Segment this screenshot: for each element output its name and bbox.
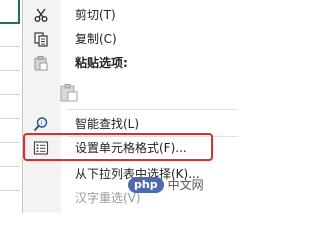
- grid-line: [0, 46, 20, 47]
- copy-icon: [33, 31, 49, 47]
- grid-line: [0, 118, 20, 119]
- menu-separator: [67, 109, 238, 110]
- menu-item-copy-label: 复制(C): [75, 32, 117, 46]
- sheet-column: [0, 0, 20, 213]
- menu-item-paste-options-label: 粘贴选项:: [75, 56, 128, 70]
- scissors-icon: [33, 7, 49, 23]
- grid-line: [0, 166, 20, 167]
- paste-option-default[interactable]: [23, 77, 238, 107]
- paste-icon: [59, 83, 79, 103]
- watermark: php 中文网: [128, 176, 204, 193]
- grid-line: [0, 142, 20, 143]
- selected-cell-border: [18, 0, 20, 22]
- menu-item-cut[interactable]: 剪切(T): [23, 3, 238, 27]
- clipboard-icon: [33, 55, 49, 71]
- watermark-text: 中文网: [167, 178, 204, 192]
- highlight-box: [23, 133, 213, 161]
- menu-item-smart-lookup-label: 智能查找(L): [75, 117, 140, 131]
- grid-line: [0, 94, 20, 95]
- menu-item-paste-options: 粘贴选项:: [23, 51, 238, 75]
- svg-text:i: i: [41, 120, 43, 127]
- menu-item-copy[interactable]: 复制(C): [23, 27, 238, 51]
- grid-line: [0, 70, 20, 71]
- menu-item-cut-label: 剪切(T): [75, 8, 116, 22]
- grid-line: [0, 190, 20, 191]
- watermark-badge: php: [128, 176, 164, 193]
- selected-cell-border: [0, 22, 20, 24]
- smart-lookup-icon: i: [33, 116, 49, 132]
